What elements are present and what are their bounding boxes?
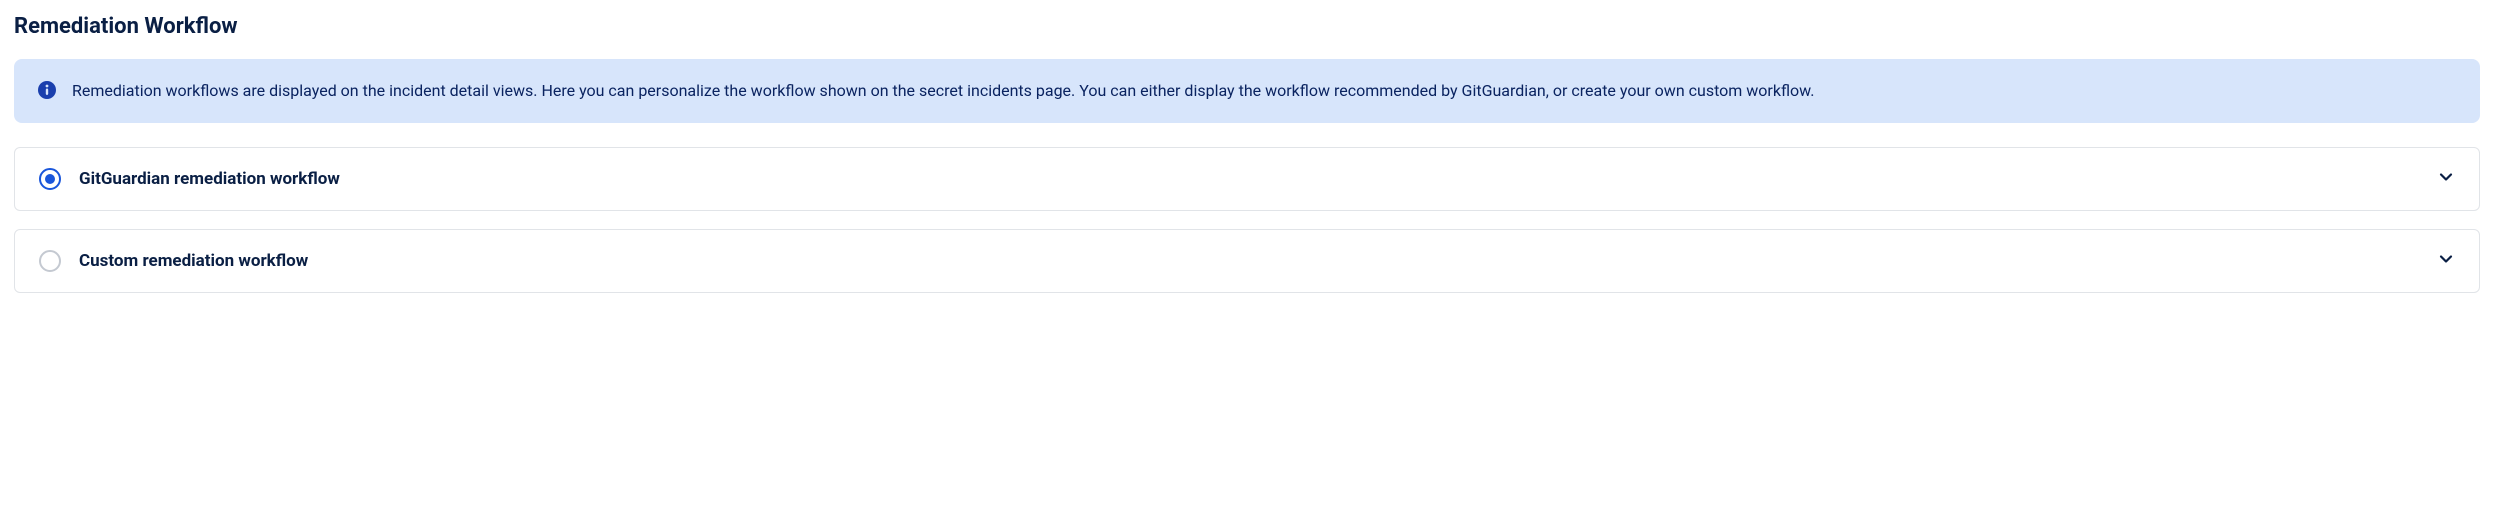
option-left: Custom remediation workflow xyxy=(39,250,308,272)
option-gitguardian-workflow[interactable]: GitGuardian remediation workflow xyxy=(14,147,2480,211)
chevron-down-icon[interactable] xyxy=(2437,168,2455,190)
info-banner-text: Remediation workflows are displayed on t… xyxy=(72,79,1814,103)
info-banner: Remediation workflows are displayed on t… xyxy=(14,59,2480,123)
radio-unselected-icon[interactable] xyxy=(39,250,61,272)
option-custom-workflow[interactable]: Custom remediation workflow xyxy=(14,229,2480,293)
info-icon xyxy=(38,81,56,99)
radio-selected-icon[interactable] xyxy=(39,168,61,190)
option-label: Custom remediation workflow xyxy=(79,251,308,271)
section-title: Remediation Workflow xyxy=(14,14,2480,39)
chevron-down-icon[interactable] xyxy=(2437,250,2455,272)
option-label: GitGuardian remediation workflow xyxy=(79,169,340,189)
option-left: GitGuardian remediation workflow xyxy=(39,168,340,190)
